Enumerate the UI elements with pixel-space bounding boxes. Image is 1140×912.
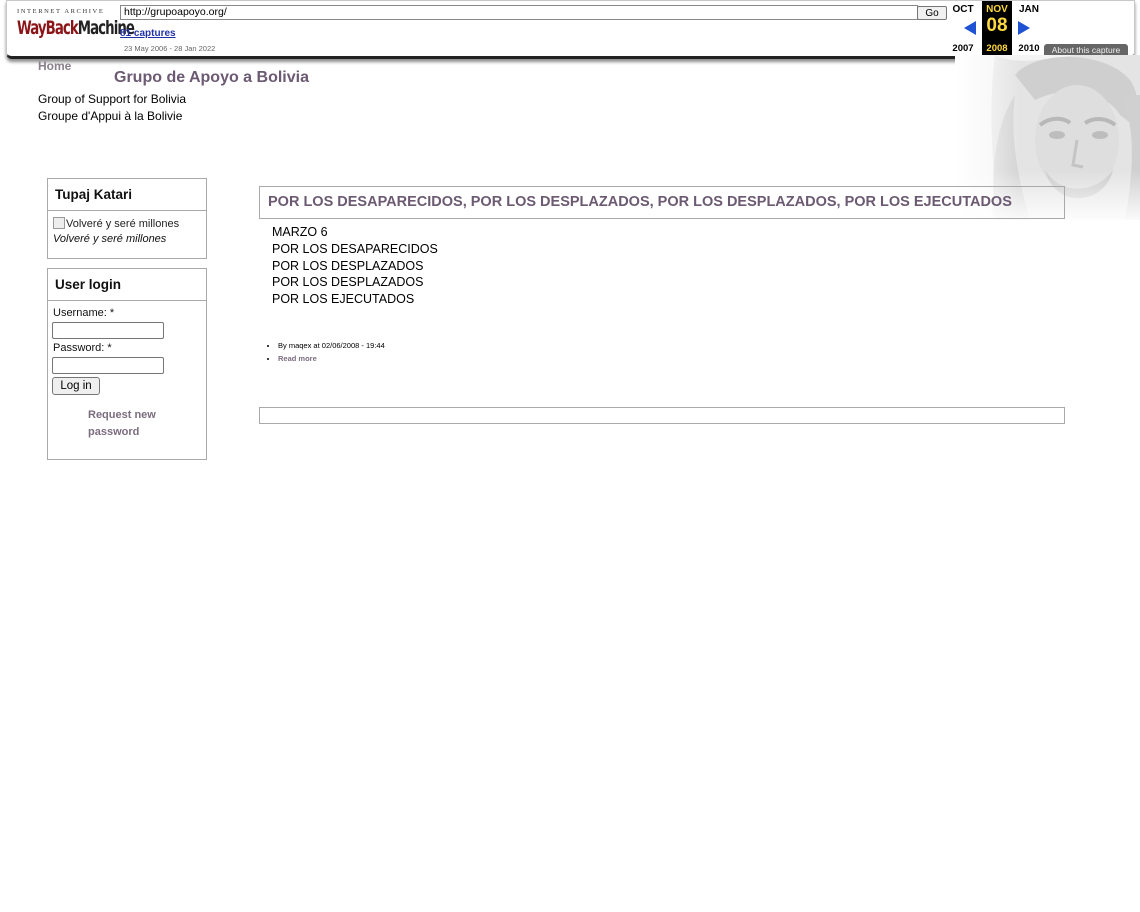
wordmark-part-wayback: WayBack xyxy=(17,17,79,39)
user-login-block-title: User login xyxy=(48,269,206,301)
node-title-link[interactable]: POR LOS DESAPARECIDOS, POR LOS DESPLAZAD… xyxy=(268,187,1012,218)
home-logo-broken-image[interactable]: Home xyxy=(38,59,71,73)
read-more-link[interactable]: Read more xyxy=(278,354,317,363)
katari-broken-image: Volveré y seré millones xyxy=(53,217,179,230)
current-month-label: NOV xyxy=(986,4,1008,15)
request-new-password-link[interactable]: Request new password xyxy=(88,407,178,441)
username-label: Username: * xyxy=(53,307,115,319)
prev-month-label: OCT xyxy=(952,4,974,15)
next-month-label: JAN xyxy=(1018,4,1039,15)
broken-image-icon xyxy=(53,217,65,229)
empty-content-box xyxy=(259,407,1065,424)
node-body-line: POR LOS EJECUTADOS xyxy=(272,292,415,307)
wayback-toolbar: INTERNET ARCHIVE WayBackMachine Go 81 ca… xyxy=(6,0,1135,59)
node-body: MARZO 6 POR LOS DESAPARECIDOS POR LOS DE… xyxy=(272,224,438,308)
wayback-url-input[interactable] xyxy=(120,5,918,20)
prev-year-label[interactable]: 2007 xyxy=(948,43,978,54)
login-button[interactable]: Log in xyxy=(52,377,100,395)
calendar-current-column: NOV 08 2008 xyxy=(982,1,1012,55)
next-year-label[interactable]: 2010 xyxy=(1014,43,1044,54)
next-capture-arrow-icon[interactable] xyxy=(1018,21,1030,35)
site-slogan-french: Groupe d'Appui à la Bolivie xyxy=(38,109,183,123)
site-name-link[interactable]: Grupo de Apoyo a Bolivia xyxy=(114,69,309,87)
node-body-line: MARZO 6 xyxy=(272,225,328,239)
password-label: Password: * xyxy=(53,342,112,354)
internet-archive-label: INTERNET ARCHIVE xyxy=(17,8,105,15)
current-year-label: 2008 xyxy=(986,43,1008,54)
tupaj-katari-block-title: Tupaj Katari xyxy=(48,179,206,211)
captures-link[interactable]: 81 captures xyxy=(120,28,176,39)
username-input[interactable] xyxy=(52,322,164,339)
katari-image-alt: Volveré y seré millones xyxy=(66,218,180,230)
current-day-label: 08 xyxy=(986,15,1008,36)
password-input[interactable] xyxy=(52,357,164,374)
wayback-machine-wordmark: WayBackMachine xyxy=(17,17,135,39)
tupaj-katari-block: Tupaj Katari Volveré y seré millones Vol… xyxy=(47,178,207,259)
previous-capture-arrow-icon[interactable] xyxy=(964,21,976,35)
capture-date-range: 23 May 2006 - 28 Jan 2022 xyxy=(124,44,216,53)
node-body-line: POR LOS DESAPARECIDOS xyxy=(272,241,438,256)
node-body-line: POR LOS DESPLAZADOS xyxy=(272,258,424,273)
node-title-box: POR LOS DESAPARECIDOS, POR LOS DESPLAZAD… xyxy=(259,186,1065,219)
user-login-block: User login Username: * Password: * Log i… xyxy=(47,268,207,460)
wayback-logo[interactable]: INTERNET ARCHIVE WayBackMachine xyxy=(17,8,135,48)
node-links: By maqex at 02/06/2008 - 19:44 Read more xyxy=(268,339,385,365)
site-slogan-english: Group of Support for Bolivia xyxy=(38,92,187,106)
wayback-go-button[interactable]: Go xyxy=(917,6,947,20)
read-more-item: Read more xyxy=(278,352,385,365)
node-body-line: POR LOS DESPLAZADOS xyxy=(272,275,424,290)
node-submitted-info: By maqex at 02/06/2008 - 19:44 xyxy=(278,339,385,352)
katari-caption: Volveré y seré millones xyxy=(53,233,167,245)
